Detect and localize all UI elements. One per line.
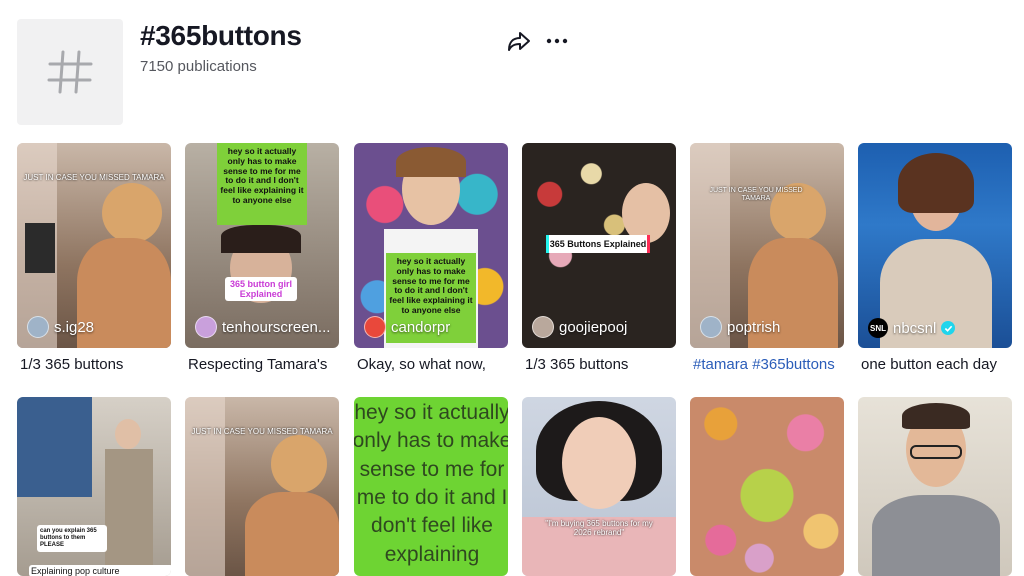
video-overlay-text: can you explain 365 buttons to them PLEA… <box>37 525 107 552</box>
video-thumbnail[interactable]: hey so it actually only has to make sens… <box>185 143 339 348</box>
explained-badge: 365 button girl Explained <box>225 277 297 301</box>
video-author[interactable]: poptrish <box>700 316 780 338</box>
share-button[interactable] <box>506 28 532 54</box>
author-name: candorpr <box>391 318 451 336</box>
share-icon <box>508 32 530 51</box>
video-thumbnail[interactable]: hey so it actually only has to make sens… <box>354 143 508 348</box>
video-overlay-text: "I'm buying 365 buttons for my 2026 rebr… <box>545 519 653 538</box>
author-name: goojiepooj <box>559 318 628 336</box>
video-label: Explaining pop culture <box>29 565 171 576</box>
video-thumbnail[interactable]: JUST IN CASE YOU MISSED TAMARA poptrish <box>690 143 844 348</box>
video-thumbnail[interactable]: JUST IN CASE YOU MISSED TAMARA <box>185 397 339 576</box>
avatar <box>700 316 722 338</box>
video-card[interactable]: hey so it actually only has to make sens… <box>354 397 508 576</box>
video-thumbnail[interactable] <box>858 397 1012 576</box>
hashtag-avatar <box>17 19 123 125</box>
video-card[interactable]: JUST IN CASE YOU MISSED TAMARA poptrish … <box>690 143 844 373</box>
video-thumbnail[interactable]: "I'm buying 365 buttons for my 2026 rebr… <box>522 397 676 576</box>
explained-badge: 365 Buttons Explained <box>546 235 650 253</box>
video-caption-hashtags[interactable]: #tamara #365buttons <box>693 356 845 373</box>
video-overlay-text: JUST IN CASE YOU MISSED TAMARA <box>709 187 803 203</box>
video-card[interactable] <box>690 397 844 576</box>
video-thumbnail[interactable]: SNL nbcsnl <box>858 143 1012 348</box>
video-caption[interactable]: 1/3 365 buttons <box>525 356 677 373</box>
video-card[interactable]: can you explain 365 buttons to them PLEA… <box>17 397 171 576</box>
video-thumbnail[interactable]: JUST IN CASE YOU MISSED TAMARA s.ig28 <box>17 143 171 348</box>
video-overlay-text: hey so it actually only has to make sens… <box>220 147 304 205</box>
video-card[interactable]: JUST IN CASE YOU MISSED TAMARA s.ig28 1/… <box>17 143 171 373</box>
page-title: #365buttons <box>140 20 302 51</box>
snl-logo: SNL <box>868 318 888 338</box>
video-author[interactable]: s.ig28 <box>27 316 94 338</box>
verified-icon <box>941 321 956 335</box>
video-author[interactable]: goojiepooj <box>532 316 627 338</box>
video-author[interactable]: SNL nbcsnl <box>868 318 956 338</box>
video-card[interactable]: 365 Buttons Explained goojiepooj 1/3 365… <box>522 143 676 373</box>
video-caption[interactable]: 1/3 365 buttons <box>20 356 172 373</box>
video-thumbnail[interactable]: 365 Buttons Explained goojiepooj <box>522 143 676 348</box>
video-thumbnail[interactable] <box>690 397 844 576</box>
video-card[interactable]: hey so it actually only has to make sens… <box>185 143 339 373</box>
video-caption[interactable]: Respecting Tamara's <box>188 356 340 373</box>
author-name: s.ig28 <box>54 318 95 336</box>
author-name: tenhourscreen... <box>222 318 331 336</box>
video-card[interactable]: "I'm buying 365 buttons for my 2026 rebr… <box>522 397 676 576</box>
video-caption[interactable]: Okay, so what now, <box>357 356 509 373</box>
video-card[interactable]: SNL nbcsnl one button each day <box>858 143 1012 373</box>
avatar <box>364 316 386 338</box>
video-thumbnail[interactable]: hey so it actually only has to make sens… <box>354 397 508 576</box>
video-thumbnail[interactable]: can you explain 365 buttons to them PLEA… <box>17 397 171 576</box>
avatar <box>532 316 554 338</box>
video-author[interactable]: candorpr <box>364 316 450 338</box>
hashtag-icon <box>47 50 93 94</box>
video-card[interactable] <box>858 397 1012 576</box>
video-caption[interactable]: one button each day <box>861 356 1013 373</box>
avatar <box>195 316 217 338</box>
video-card[interactable]: JUST IN CASE YOU MISSED TAMARA <box>185 397 339 576</box>
video-overlay-text: JUST IN CASE YOU MISSED TAMARA <box>191 427 333 436</box>
more-options-button[interactable] <box>544 28 570 54</box>
author-name: poptrish <box>727 318 781 336</box>
video-overlay-text: JUST IN CASE YOU MISSED TAMARA <box>23 173 165 182</box>
video-author[interactable]: tenhourscreen... <box>195 316 330 338</box>
publication-count: 7150 publications <box>140 58 257 75</box>
more-dots-icon <box>546 38 568 44</box>
video-overlay-text: hey so it actually only has to make sens… <box>354 401 508 566</box>
video-card[interactable]: hey so it actually only has to make sens… <box>354 143 508 373</box>
avatar <box>27 316 49 338</box>
author-name: nbcsnl <box>893 319 937 337</box>
